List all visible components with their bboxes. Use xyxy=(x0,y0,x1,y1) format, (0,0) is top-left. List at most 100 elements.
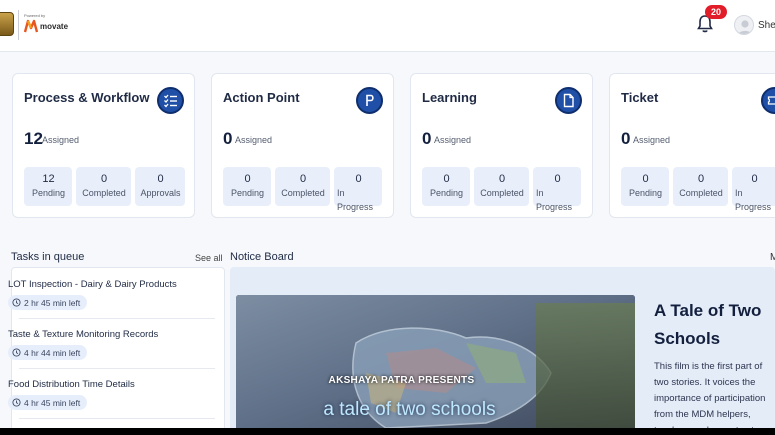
card-title: Learning xyxy=(422,90,477,105)
completed-stat[interactable]: 0 Completed xyxy=(76,167,131,206)
learning-card[interactable]: Learning 0 Assigned 0 Pending 0 Complete… xyxy=(410,73,593,218)
notice-board-title: Notice Board xyxy=(230,251,294,263)
in-progress-stat[interactable]: 0 In Progress xyxy=(533,167,581,212)
task-divider xyxy=(19,318,215,319)
task-title: LOT Inspection - Dairy & Dairy Products xyxy=(8,279,177,290)
stat-value: 0 xyxy=(244,173,251,185)
completed-stat[interactable]: 0 Completed xyxy=(275,167,330,206)
assigned-count: 0 xyxy=(422,129,432,148)
approvals-stat[interactable]: 0 Approvals xyxy=(135,167,185,206)
stat-label: In xyxy=(735,188,743,198)
document-icon xyxy=(555,87,582,114)
card-title: Action Point xyxy=(223,90,300,105)
assigned-label: Assigned xyxy=(434,135,472,145)
task-item[interactable]: Taste & Texture Monitoring Records 4 hr … xyxy=(8,329,204,362)
see-all-link[interactable]: See all xyxy=(195,253,223,263)
stat-label: Progress xyxy=(735,202,772,212)
stat-label: In xyxy=(337,188,345,198)
stat-value: 0 xyxy=(100,173,108,185)
pending-stat[interactable]: 0 Pending xyxy=(621,167,669,206)
screen-bottom-edge xyxy=(0,428,775,435)
stat-value: 0 xyxy=(498,173,506,185)
clock-icon xyxy=(12,298,21,307)
stat-value: 0 xyxy=(697,173,705,185)
stat-value: 0 xyxy=(355,173,362,185)
video-caption-title: a tale of two schools xyxy=(323,399,496,420)
stat-label: In xyxy=(536,188,544,198)
stat-label: Completed xyxy=(679,188,723,198)
video-caption-presents: AKSHAYA PATRA PRESENTS xyxy=(328,375,475,386)
user-name[interactable]: She xyxy=(758,20,775,31)
stat-value: 0 xyxy=(751,173,758,185)
stat-label: Pending xyxy=(230,188,265,198)
story-line: importance of participation xyxy=(654,393,766,404)
completed-stat[interactable]: 0 Completed xyxy=(673,167,728,206)
card-title: Process & Workflow xyxy=(24,90,150,105)
logo-divider xyxy=(18,10,19,40)
clock-icon xyxy=(12,348,21,357)
user-avatar[interactable] xyxy=(734,15,754,35)
stat-value: 0 xyxy=(554,173,561,185)
time-left-text: 4 hr 44 min left xyxy=(24,347,81,358)
task-title: Taste & Texture Monitoring Records xyxy=(8,329,159,340)
time-left-text: 4 hr 45 min left xyxy=(24,397,81,408)
stat-label: Pending xyxy=(628,188,663,198)
assigned-count: 0 xyxy=(621,129,631,148)
stat-value: 0 xyxy=(299,173,307,185)
stat-label: Completed xyxy=(480,188,524,198)
stat-label: Pending xyxy=(31,188,66,198)
assigned-label: Assigned xyxy=(235,135,273,145)
checklist-icon xyxy=(157,87,184,114)
notice-video-player[interactable]: AKSHAYA PATRA PRESENTS a tale of two sch… xyxy=(236,295,635,435)
in-progress-stat[interactable]: 0 In Progress xyxy=(732,167,775,212)
task-divider xyxy=(19,418,215,419)
stat-label: Completed xyxy=(82,188,126,198)
stat-value: 12 xyxy=(42,173,55,185)
stat-value: 0 xyxy=(443,173,450,185)
stat-label: Completed xyxy=(281,188,325,198)
notification-count-badge: 20 xyxy=(705,5,727,19)
card-title: Ticket xyxy=(621,90,659,105)
stat-label: Progress xyxy=(536,202,573,212)
task-item[interactable]: LOT Inspection - Dairy & Dairy Products … xyxy=(8,279,204,312)
letter-p-icon xyxy=(356,87,383,114)
pending-stat[interactable]: 0 Pending xyxy=(223,167,271,206)
stat-value: 0 xyxy=(642,173,649,185)
story-description: This film is the first part of two stori… xyxy=(654,359,775,435)
stat-value: 0 xyxy=(157,173,164,185)
brand-name: movate xyxy=(40,22,69,31)
story-line: from the MDM helpers, xyxy=(654,409,751,420)
assigned-label: Assigned xyxy=(633,135,671,145)
ticket-icon xyxy=(761,87,775,114)
top-bar: Powered by movate 20 She xyxy=(0,0,775,52)
time-left-badge: 4 hr 44 min left xyxy=(8,345,88,360)
clock-icon xyxy=(12,398,21,407)
assigned-count: 12 xyxy=(24,129,43,148)
action-point-card[interactable]: Action Point 0 Assigned 0 Pending 0 Comp… xyxy=(211,73,394,218)
time-left-text: 2 hr 45 min left xyxy=(24,297,81,308)
task-title: Food Distribution Time Details xyxy=(8,379,135,390)
task-item[interactable]: Food Distribution Time Details 4 hr 45 m… xyxy=(8,379,204,412)
story-title: A Tale of Two Schools xyxy=(654,301,762,348)
tasks-section-title: Tasks in queue xyxy=(11,251,85,263)
assigned-count: 0 xyxy=(223,129,233,148)
pending-stat[interactable]: 0 Pending xyxy=(422,167,470,206)
ticket-card[interactable]: Ticket 0 Assigned 0 Pending 0 Completed … xyxy=(609,73,775,218)
in-progress-stat[interactable]: 0 In Progress xyxy=(334,167,382,212)
movate-logo-icon xyxy=(24,19,38,33)
story-line: two stories. It voices the xyxy=(654,377,756,388)
stat-label: Approvals xyxy=(140,188,181,198)
process-workflow-card[interactable]: Process & Workflow 12 Assigned 12 Pendin… xyxy=(12,73,195,218)
assigned-label: Assigned xyxy=(42,135,80,145)
task-divider xyxy=(19,368,215,369)
story-line: This film is the first part of xyxy=(654,361,763,372)
user-icon xyxy=(738,20,752,34)
emblem-logo xyxy=(0,12,14,36)
completed-stat[interactable]: 0 Completed xyxy=(474,167,529,206)
stat-label: Progress xyxy=(337,202,374,212)
stat-label: Pending xyxy=(429,188,464,198)
notice-more-link[interactable]: M xyxy=(770,252,775,263)
pending-stat[interactable]: 12 Pending xyxy=(24,167,72,206)
time-left-badge: 2 hr 45 min left xyxy=(8,295,88,310)
time-left-badge: 4 hr 45 min left xyxy=(8,395,88,410)
